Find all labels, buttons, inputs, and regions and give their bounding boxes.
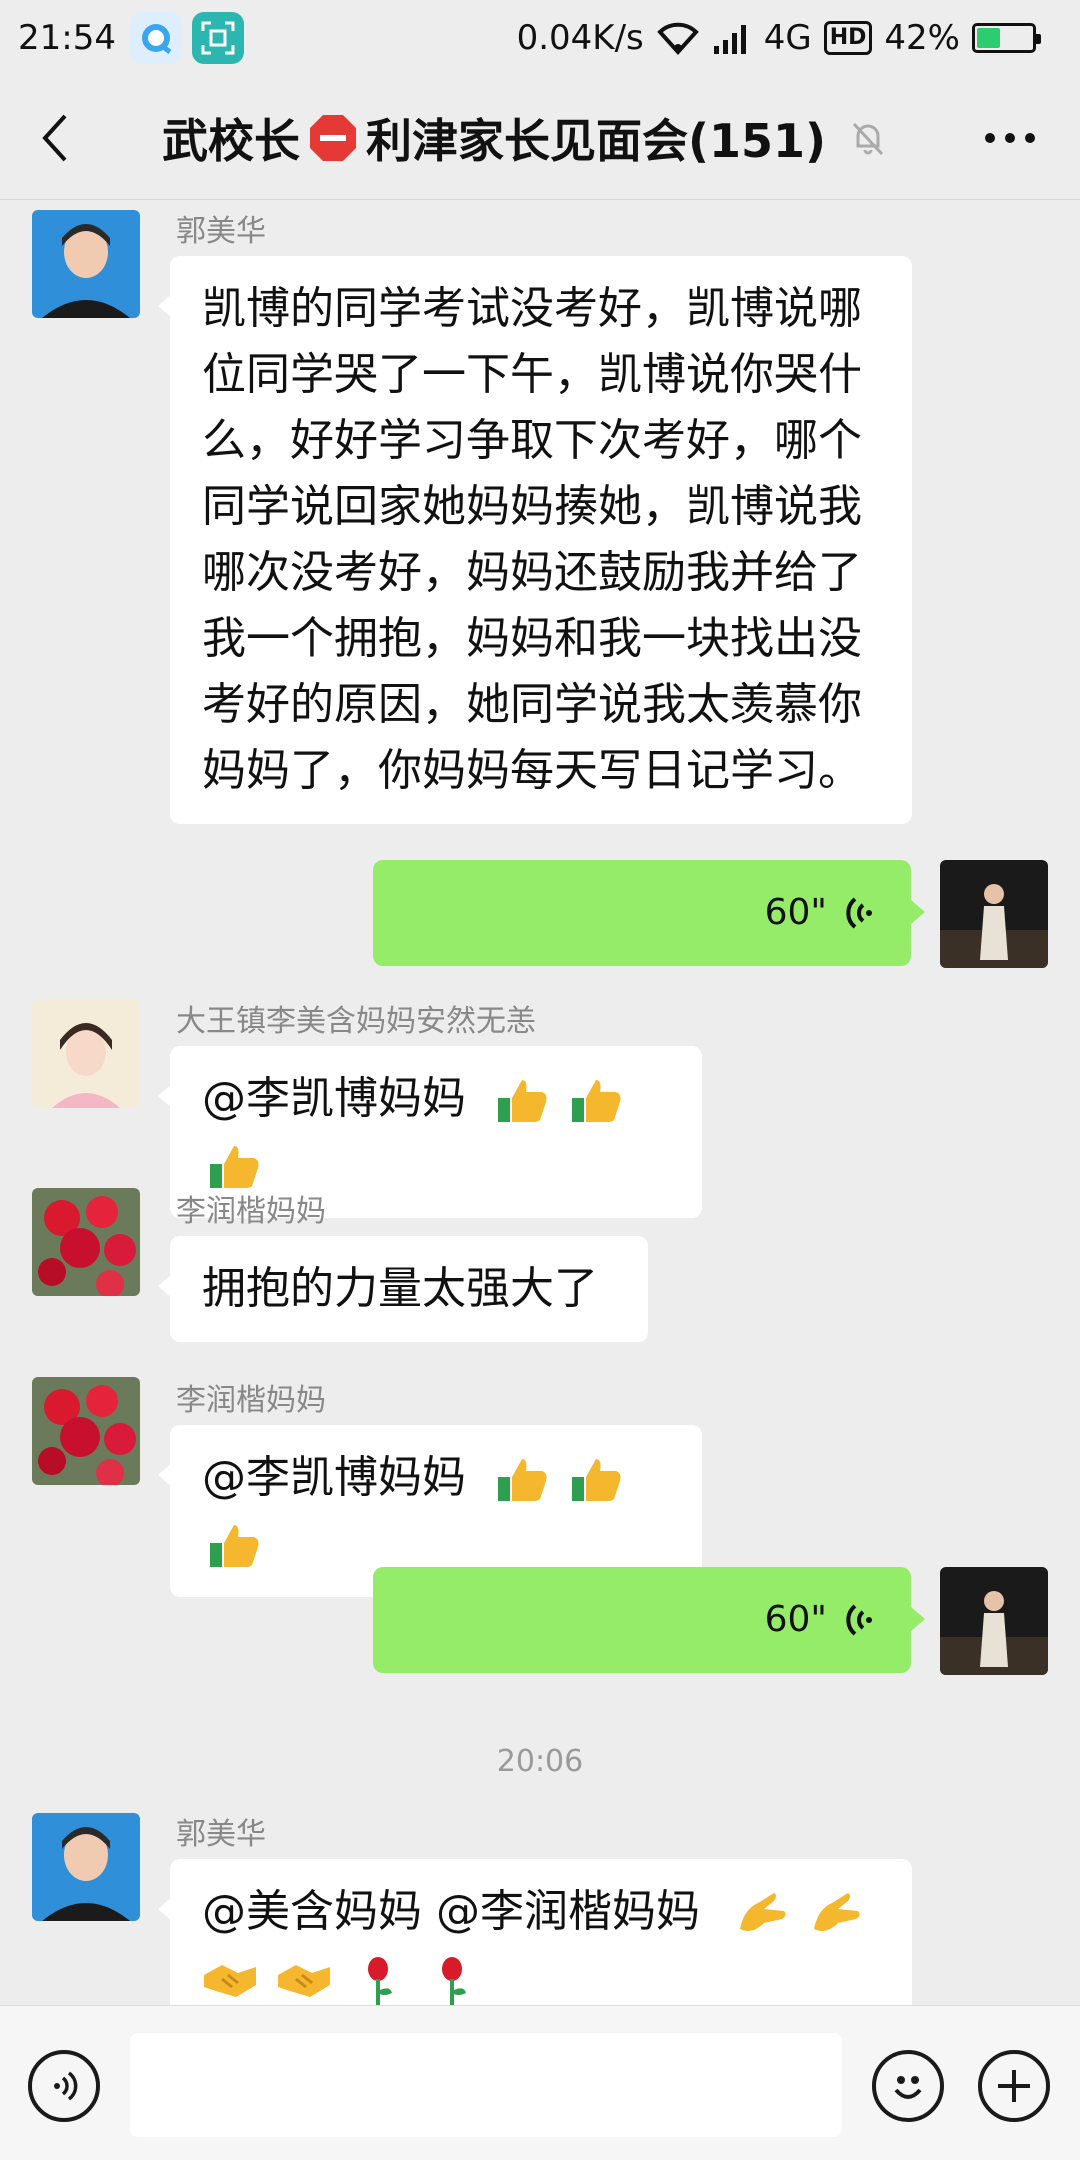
time-divider: 20:06 xyxy=(496,1744,584,1779)
handshake-emoji xyxy=(204,1965,256,1997)
message-line: 考好的原因，她同学说我太羡慕你 xyxy=(202,679,862,730)
message-line: 哪次没考好，妈妈还鼓励我并给了 xyxy=(202,547,862,598)
message-text: @美含妈妈 @李润楷妈妈 xyxy=(202,1886,700,1937)
message-text: @李凯博妈妈 xyxy=(202,1073,466,1124)
message-bubble[interactable]: @美含妈妈 @李润楷妈妈 xyxy=(158,1859,912,2005)
my-avatar[interactable] xyxy=(940,860,1048,968)
avatar[interactable] xyxy=(32,1000,140,1108)
voice-message-bubble[interactable]: 60" xyxy=(373,860,925,966)
qq-browser-icon xyxy=(129,12,182,64)
smiley-icon xyxy=(894,2076,922,2099)
handshake-emoji xyxy=(278,1965,330,1997)
sender-name: 郭美华 xyxy=(176,214,266,249)
rose-emoji xyxy=(442,1957,466,2005)
title-prefix: 武校长 xyxy=(161,113,300,168)
stop-sign-icon xyxy=(309,114,356,161)
message-input[interactable] xyxy=(130,2033,842,2137)
chevron-left-icon xyxy=(42,114,67,161)
message-text: @李凯博妈妈 xyxy=(202,1452,466,1503)
sender-name: 李润楷妈妈 xyxy=(176,1383,326,1418)
avatar[interactable] xyxy=(32,1188,140,1296)
more-options-button[interactable] xyxy=(940,76,1080,199)
avatar[interactable] xyxy=(32,1813,140,1921)
message-line: 位同学哭了一下午，凯博说你哭什 xyxy=(202,349,862,400)
message-line: 凯博的同学考试没考好，凯博说哪 xyxy=(202,283,862,334)
title-group-name: 利津家长见面会(151) xyxy=(365,113,827,168)
message-line: 妈妈了，你妈妈每天写日记学习。 xyxy=(202,745,862,796)
voice-message-bubble[interactable]: 60" xyxy=(373,1567,925,1673)
voice-duration: 60" xyxy=(764,1599,827,1640)
plus-icon xyxy=(998,2070,1030,2102)
emoji-row xyxy=(202,1945,880,2005)
status-time: 21:54 xyxy=(18,18,116,58)
sender-name: 李润楷妈妈 xyxy=(176,1194,326,1229)
hd-badge: HD xyxy=(823,21,873,55)
battery-percent: 42% xyxy=(884,18,960,58)
mute-bell-icon xyxy=(852,122,884,155)
status-indicators: 0.04K/s 4G HD 42% xyxy=(517,18,1062,58)
avatar[interactable] xyxy=(32,1377,140,1485)
net-speed: 0.04K/s xyxy=(516,18,644,58)
more-dots-icon xyxy=(985,132,1035,143)
wifi-icon xyxy=(656,22,699,55)
status-bar: 21:54 0.04K/s 4G HD 42% xyxy=(0,0,1080,76)
sender-name: 大王镇李美含妈妈安然无恙 xyxy=(176,1004,536,1039)
message-list[interactable]: 郭美华 凯博的同学考试没考好，凯博说哪 位同学哭了一下午，凯博说你哭什 么，好好… xyxy=(0,200,1080,2005)
chat-title: 武校长 利津家长见面会(151) xyxy=(110,105,940,171)
back-button[interactable] xyxy=(0,76,110,199)
avatar[interactable] xyxy=(32,210,140,318)
message-bubble[interactable]: 凯博的同学考试没考好，凯博说哪 位同学哭了一下午，凯博说你哭什 么，好好学习争取… xyxy=(158,256,912,824)
message-bubble[interactable]: 拥抱的力量太强大了 xyxy=(158,1236,648,1342)
voice-wave-icon xyxy=(846,897,872,929)
emoji-button[interactable] xyxy=(872,2050,944,2122)
my-avatar[interactable] xyxy=(940,1567,1048,1675)
battery-icon xyxy=(972,23,1041,53)
sender-name: 郭美华 xyxy=(176,1817,266,1852)
more-functions-button[interactable] xyxy=(978,2050,1050,2122)
network-type: 4G xyxy=(763,18,812,58)
voice-icon xyxy=(54,2071,78,2101)
signal-icon xyxy=(713,25,746,54)
voice-input-button[interactable] xyxy=(28,2050,100,2122)
rose-emoji xyxy=(368,1957,392,2005)
voice-duration: 60" xyxy=(764,892,827,933)
message-text: 拥抱的力量太强大了 xyxy=(202,1263,598,1314)
message-line: 么，好好学习争取下次考好，哪个 xyxy=(202,415,862,466)
message-line: 我一个拥抱，妈妈和我一块找出没 xyxy=(202,613,862,664)
ok-hand-emoji xyxy=(730,1886,864,1937)
scan-icon xyxy=(191,12,244,64)
input-bar xyxy=(0,2005,1080,2160)
voice-wave-icon xyxy=(846,1604,872,1636)
message-line: 同学说回家她妈妈揍她，凯博说我 xyxy=(202,481,862,532)
chat-header: 武校长 利津家长见面会(151) xyxy=(0,76,1080,200)
